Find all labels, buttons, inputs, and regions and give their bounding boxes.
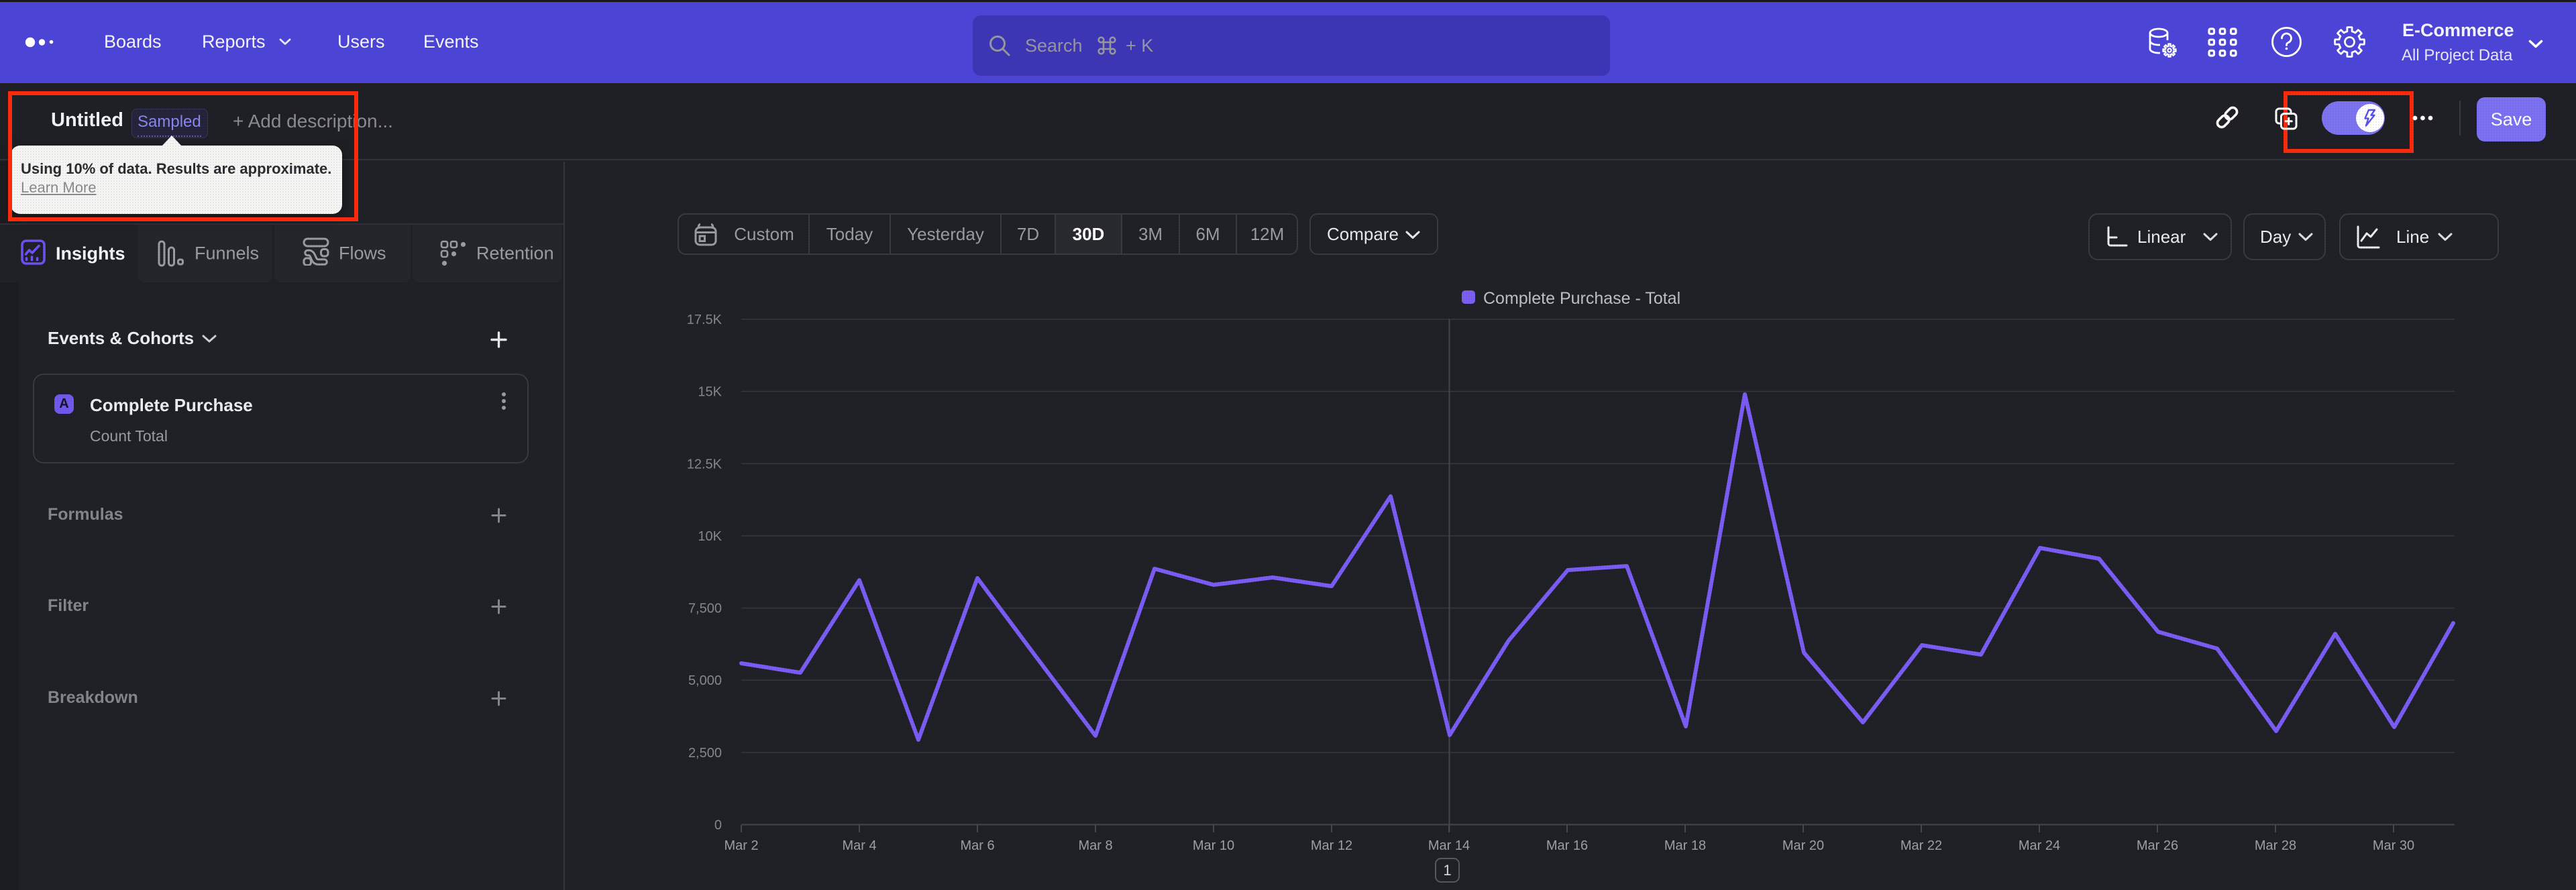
svg-text:Mar 22: Mar 22 [1900, 838, 1942, 853]
svg-text:Mar 14: Mar 14 [1428, 838, 1470, 853]
svg-text:15K: 15K [698, 385, 722, 400]
svg-text:0: 0 [714, 818, 722, 833]
svg-text:Mar 6: Mar 6 [960, 838, 994, 853]
svg-text:Mar 24: Mar 24 [2019, 838, 2060, 853]
svg-text:Mar 28: Mar 28 [2255, 838, 2296, 853]
svg-text:Mar 8: Mar 8 [1078, 838, 1112, 853]
svg-text:Mar 10: Mar 10 [1193, 838, 1234, 853]
svg-text:2,500: 2,500 [688, 746, 722, 761]
svg-text:Mar 4: Mar 4 [842, 838, 876, 853]
svg-text:Mar 2: Mar 2 [724, 838, 758, 853]
svg-text:17.5K: 17.5K [687, 313, 722, 327]
svg-text:5,000: 5,000 [688, 673, 722, 688]
svg-text:Mar 12: Mar 12 [1311, 838, 1352, 853]
svg-text:Mar 26: Mar 26 [2137, 838, 2178, 853]
svg-text:Mar 16: Mar 16 [1546, 838, 1588, 853]
svg-text:Mar 18: Mar 18 [1664, 838, 1706, 853]
svg-text:Mar 30: Mar 30 [2373, 838, 2414, 853]
svg-text:12.5K: 12.5K [687, 457, 722, 471]
svg-text:7,500: 7,500 [688, 602, 722, 616]
svg-text:10K: 10K [698, 529, 722, 544]
svg-text:Mar 20: Mar 20 [1782, 838, 1824, 853]
